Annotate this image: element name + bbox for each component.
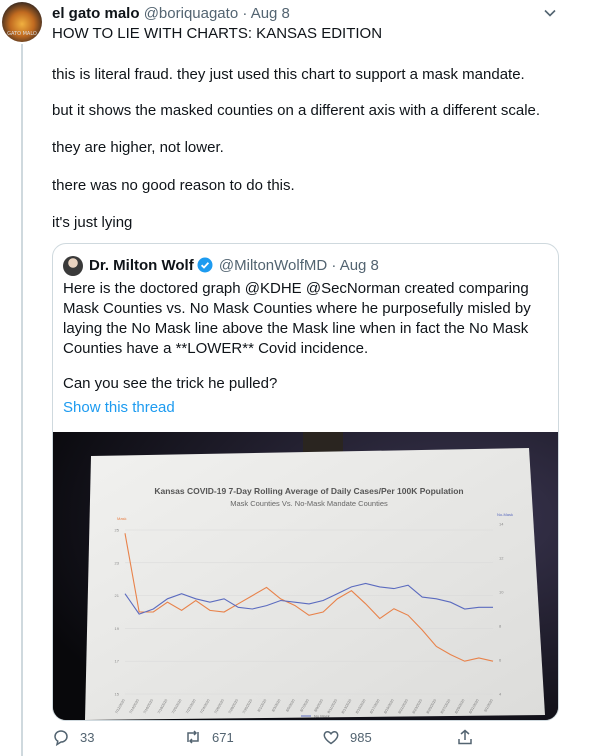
separator-dot: · (331, 257, 337, 274)
retweet-icon (187, 730, 199, 744)
tweet-paragraph: they are higher, not lower. (52, 139, 224, 156)
tweet-title-line: HOW TO LIE WITH CHARTS: KANSAS EDITION (52, 25, 383, 42)
reply-icon (54, 730, 68, 746)
separator-dot: · (242, 5, 248, 22)
retweet-count: 671 (212, 729, 234, 745)
tweet-paragraph: there was no good reason to do this. (52, 177, 295, 194)
quoted-author-avatar (63, 256, 83, 276)
chart-subtitle: Mask Counties Vs. No-Mask Mandate Counti… (230, 499, 388, 508)
quoted-text-line: laying the No Mask line above the Mask l… (63, 320, 529, 337)
left-axis-label: Mask (117, 516, 127, 521)
left-tick-label: 19 (115, 626, 120, 631)
author-handle[interactable]: @boriquagato (144, 5, 238, 22)
like-count: 985 (350, 729, 372, 745)
quoted-question: Can you see the trick he pulled? (63, 375, 278, 392)
right-tick-label: 10 (499, 590, 504, 595)
right-axis-label: No-Mask (497, 512, 513, 517)
left-tick-label: 21 (115, 593, 120, 598)
right-tick-label: 14 (499, 522, 504, 527)
reply-button[interactable]: 33 (52, 728, 94, 746)
right-tick-label: 12 (499, 556, 504, 561)
avatar-caption: GATO MALO (7, 31, 37, 37)
tweet-paragraph: it's just lying (52, 214, 133, 231)
legend-label: No Mask (314, 714, 330, 719)
thread-connector (21, 44, 23, 756)
left-tick-label: 17 (115, 659, 120, 664)
heart-icon (323, 730, 339, 745)
share-button[interactable] (456, 728, 484, 746)
like-button[interactable]: 985 (322, 728, 372, 746)
photo-of-printed-chart: Kansas COVID-19 7-Day Rolling Average of… (53, 432, 558, 720)
quoted-tweet-header: Dr. Milton Wolf @MiltonWolfMD · Aug 8 (89, 257, 379, 274)
quoted-tweet[interactable]: Dr. Milton Wolf @MiltonWolfMD · Aug 8 He… (52, 243, 559, 721)
share-icon (458, 729, 472, 745)
quoted-text-line: Here is the doctored graph @KDHE @SecNor… (63, 280, 529, 297)
tweet-header: el gato malo @boriquagato · Aug 8 (52, 5, 290, 22)
chevron-down-icon[interactable] (543, 6, 557, 20)
reply-count: 33 (80, 729, 95, 745)
quoted-photo[interactable]: Kansas COVID-19 7-Day Rolling Average of… (53, 432, 558, 720)
tweet-actions: 33 671 985 (52, 728, 532, 750)
quoted-author-handle: @MiltonWolfMD (218, 257, 328, 274)
left-tick-label: 15 (115, 692, 120, 697)
quoted-author-name: Dr. Milton Wolf (89, 257, 194, 274)
quoted-text-line: Counties have a **LOWER** Covid incidenc… (63, 340, 369, 357)
tweet-date[interactable]: Aug 8 (251, 5, 290, 22)
author-avatar[interactable]: GATO MALO (2, 2, 42, 42)
left-tick-label: 23 (115, 560, 120, 565)
quoted-tweet-date: Aug 8 (339, 257, 379, 274)
chart-title: Kansas COVID-19 7-Day Rolling Average of… (154, 486, 463, 496)
verified-badge-icon (197, 257, 213, 273)
left-tick-label: 25 (115, 528, 120, 533)
tweet-paragraph: this is literal fraud. they just used th… (52, 66, 525, 83)
retweet-button[interactable]: 671 (184, 728, 234, 746)
tweet-paragraph: but it shows the masked counties on a di… (52, 102, 541, 119)
show-thread-link[interactable]: Show this thread (63, 398, 175, 418)
quoted-text-line: Mask Counties vs. No Mask Counties where… (63, 300, 531, 317)
author-name[interactable]: el gato malo (52, 5, 140, 22)
